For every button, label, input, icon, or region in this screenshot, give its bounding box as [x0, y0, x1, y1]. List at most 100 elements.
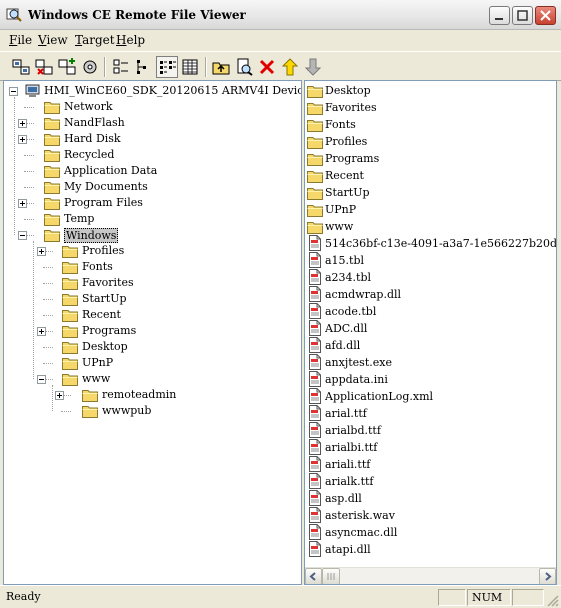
file-icon — [309, 252, 321, 268]
scroll-right-button[interactable] — [539, 568, 556, 584]
expand-icon[interactable] — [37, 247, 46, 256]
expand-icon[interactable] — [18, 199, 27, 208]
tree-item-my-documents[interactable]: My Documents — [4, 179, 301, 195]
file-list-item[interactable]: arialbd.ttf — [307, 422, 555, 439]
file-list[interactable]: Desktop Favorites Fonts Profiles Programs Rec… — [304, 80, 557, 585]
open-folder-icon — [44, 230, 60, 242]
tree-item-profiles[interactable]: Profiles — [4, 243, 301, 259]
properties-button[interactable] — [233, 56, 255, 78]
disconnect-button[interactable] — [33, 56, 55, 78]
expand-icon[interactable] — [37, 327, 46, 336]
tree-item-startup[interactable]: StartUp — [4, 291, 301, 307]
tree-item-network[interactable]: Network — [4, 99, 301, 115]
file-name-label: Fonts — [325, 118, 356, 131]
folder-icon — [307, 171, 323, 183]
scroll-thumb[interactable] — [322, 568, 340, 584]
tree-item-desktop[interactable]: Desktop — [4, 339, 301, 355]
up-folder-icon — [212, 62, 230, 75]
tree-item-nandflash[interactable]: NandFlash — [4, 115, 301, 131]
folder-list-item[interactable]: Recent — [307, 167, 555, 184]
tree-item-fonts[interactable]: Fonts — [4, 259, 301, 275]
file-list-item[interactable]: arialbi.ttf — [307, 439, 555, 456]
file-list-item[interactable]: asp.dll — [307, 490, 555, 507]
small-icons-button[interactable] — [133, 56, 155, 78]
folder-list-item[interactable]: www — [307, 218, 555, 235]
expand-icon[interactable] — [18, 135, 27, 144]
file-name-label: Desktop — [325, 84, 371, 97]
collapse-icon[interactable] — [37, 375, 46, 384]
tree-item-application-data[interactable]: Application Data — [4, 163, 301, 179]
folder-list-item[interactable]: Desktop — [307, 82, 555, 99]
tree-item-favorites[interactable]: Favorites — [4, 275, 301, 291]
menu-target[interactable]: Target — [75, 33, 115, 47]
collapse-icon[interactable] — [18, 231, 27, 240]
folder-list-item[interactable]: Favorites — [307, 99, 555, 116]
collapse-icon[interactable] — [9, 87, 18, 96]
file-list-item[interactable]: 514c36bf-c13e-4091-a3a7-1e566227b20d — [307, 235, 556, 252]
add-connection-icon — [58, 58, 76, 75]
file-list-item[interactable]: atapi.dll — [307, 541, 555, 558]
menu-view[interactable]: View — [38, 33, 68, 47]
device-settings-button[interactable] — [79, 56, 101, 78]
large-icons-button[interactable] — [110, 56, 132, 78]
tree-item-www[interactable]: www — [4, 371, 301, 387]
tree-connector-line — [24, 155, 34, 156]
export-button[interactable] — [279, 56, 301, 78]
folder-tree[interactable]: HMI_WinCE60_SDK_20120615 ARMV4I Device Ne… — [3, 80, 302, 585]
file-list-item[interactable]: asyncmac.dll — [307, 524, 555, 541]
resize-grip-icon[interactable] — [546, 594, 559, 607]
file-list-item[interactable]: ariali.ttf — [307, 456, 555, 473]
list-view-button[interactable] — [156, 56, 178, 78]
import-button[interactable] — [302, 56, 324, 78]
maximize-button[interactable] — [512, 6, 533, 25]
file-list-item[interactable]: arialk.ttf — [307, 473, 555, 490]
connect-button[interactable] — [10, 56, 32, 78]
file-list-item[interactable]: acmdwrap.dll — [307, 286, 555, 303]
tree-item-wwwpub[interactable]: wwwpub — [4, 403, 301, 419]
tree-item-recent[interactable]: Recent — [4, 307, 301, 323]
up-folder-button[interactable] — [210, 56, 232, 78]
details-view-button[interactable] — [179, 56, 201, 78]
menu-file[interactable]: File — [9, 33, 32, 47]
maximize-icon — [517, 10, 528, 21]
expand-icon[interactable] — [55, 391, 64, 400]
file-list-item[interactable]: appdata.ini — [307, 371, 555, 388]
file-list-item[interactable]: ADC.dll — [307, 320, 555, 337]
file-list-item[interactable]: arial.ttf — [307, 405, 555, 422]
folder-list-item[interactable]: Profiles — [307, 133, 555, 150]
tree-item-upnp[interactable]: UPnP — [4, 355, 301, 371]
close-button[interactable] — [535, 6, 556, 25]
file-list-item[interactable]: afd.dll — [307, 337, 555, 354]
file-list-item[interactable]: a15.tbl — [307, 252, 555, 269]
horizontal-scrollbar[interactable] — [305, 567, 556, 584]
tree-item-programs[interactable]: Programs — [4, 323, 301, 339]
tree-item-temp[interactable]: Temp — [4, 211, 301, 227]
tree-item-remoteadmin[interactable]: remoteadmin — [4, 387, 301, 403]
close-icon — [540, 10, 551, 21]
minimize-button[interactable] — [489, 6, 510, 25]
file-list-item[interactable]: a234.tbl — [307, 269, 555, 286]
folder-list-item[interactable]: UPnP — [307, 201, 555, 218]
tree-item-recycled[interactable]: Recycled — [4, 147, 301, 163]
toolbar-separator — [104, 57, 106, 77]
folder-icon — [82, 406, 98, 418]
tree-root-device[interactable]: HMI_WinCE60_SDK_20120615 ARMV4I Device — [4, 83, 301, 99]
menu-help[interactable]: Help — [116, 33, 145, 47]
scroll-left-button[interactable] — [305, 568, 322, 584]
window-title: Windows CE Remote File Viewer — [28, 8, 246, 22]
folder-list-item[interactable]: StartUp — [307, 184, 555, 201]
file-list-item[interactable]: asterisk.wav — [307, 507, 555, 524]
folder-list-item[interactable]: Fonts — [307, 116, 555, 133]
delete-button[interactable] — [256, 56, 278, 78]
file-name-label: acmdwrap.dll — [325, 288, 402, 301]
tree-item-program-files[interactable]: Program Files — [4, 195, 301, 211]
file-list-item[interactable]: anxjtest.exe — [307, 354, 555, 371]
tree-item-hard-disk[interactable]: Hard Disk — [4, 131, 301, 147]
tree-item-windows[interactable]: Windows — [4, 227, 301, 243]
file-list-item[interactable]: ApplicationLog.xml — [307, 388, 555, 405]
add-connection-button[interactable] — [56, 56, 78, 78]
folder-list-item[interactable]: Programs — [307, 150, 555, 167]
file-name-label: asp.dll — [325, 492, 362, 505]
expand-icon[interactable] — [18, 119, 27, 128]
file-list-item[interactable]: acode.tbl — [307, 303, 555, 320]
